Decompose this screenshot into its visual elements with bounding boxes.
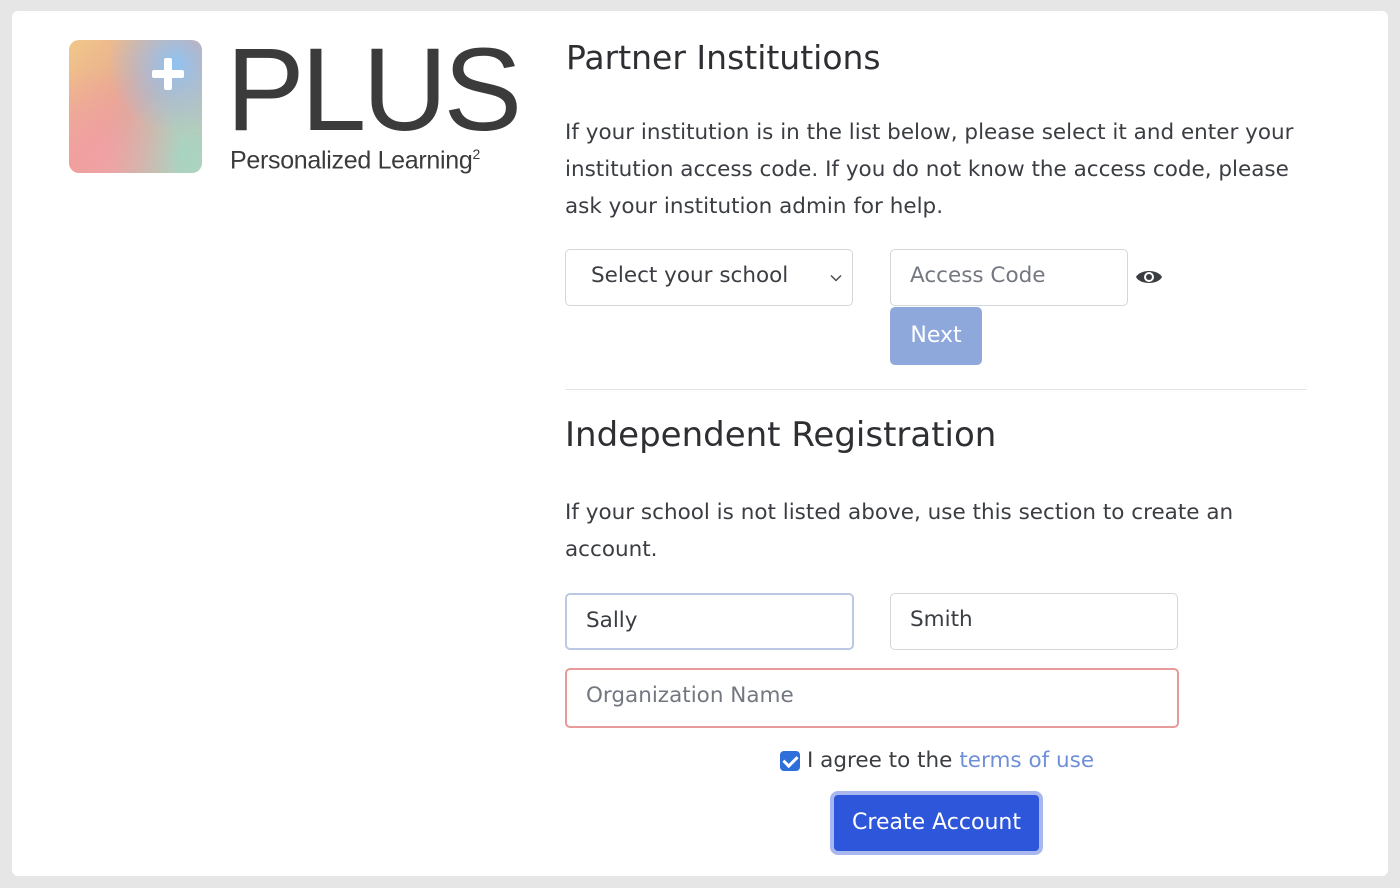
logo-subtitle-text: Personalized Learning — [230, 146, 473, 175]
eye-icon[interactable] — [1135, 267, 1163, 287]
first-name-input[interactable]: Sally — [565, 593, 854, 650]
section-divider — [565, 389, 1307, 390]
agree-text: I agree to the — [807, 748, 953, 773]
partner-heading: Partner Institutions — [566, 38, 881, 77]
plus-icon — [150, 56, 186, 92]
last-name-input[interactable]: Smith — [890, 593, 1178, 650]
logo-subtitle: Personalized Learning2 — [230, 146, 480, 175]
logo-wordmark: PLUS — [226, 24, 522, 156]
terms-checkbox[interactable] — [780, 750, 800, 771]
partner-description: If your institution is in the list below… — [565, 120, 1294, 219]
school-select[interactable]: Select your school — [565, 249, 853, 306]
next-button[interactable]: Next — [890, 307, 982, 365]
independent-heading: Independent Registration — [565, 415, 997, 455]
registration-card: PLUS Personalized Learning2 Partner Inst… — [12, 11, 1388, 876]
school-select-value: Select your school — [591, 263, 789, 288]
terms-agreement: I agree to the terms of use — [780, 748, 1094, 773]
independent-description: If your school is not listed above, use … — [565, 500, 1234, 562]
create-account-button[interactable]: Create Account — [830, 791, 1043, 855]
organization-name-input[interactable]: Organization Name — [565, 668, 1179, 728]
access-code-input[interactable]: Access Code — [890, 249, 1128, 306]
terms-of-use-link[interactable]: terms of use — [959, 748, 1094, 773]
logo-superscript: 2 — [472, 146, 480, 162]
chevron-down-icon — [830, 274, 842, 282]
